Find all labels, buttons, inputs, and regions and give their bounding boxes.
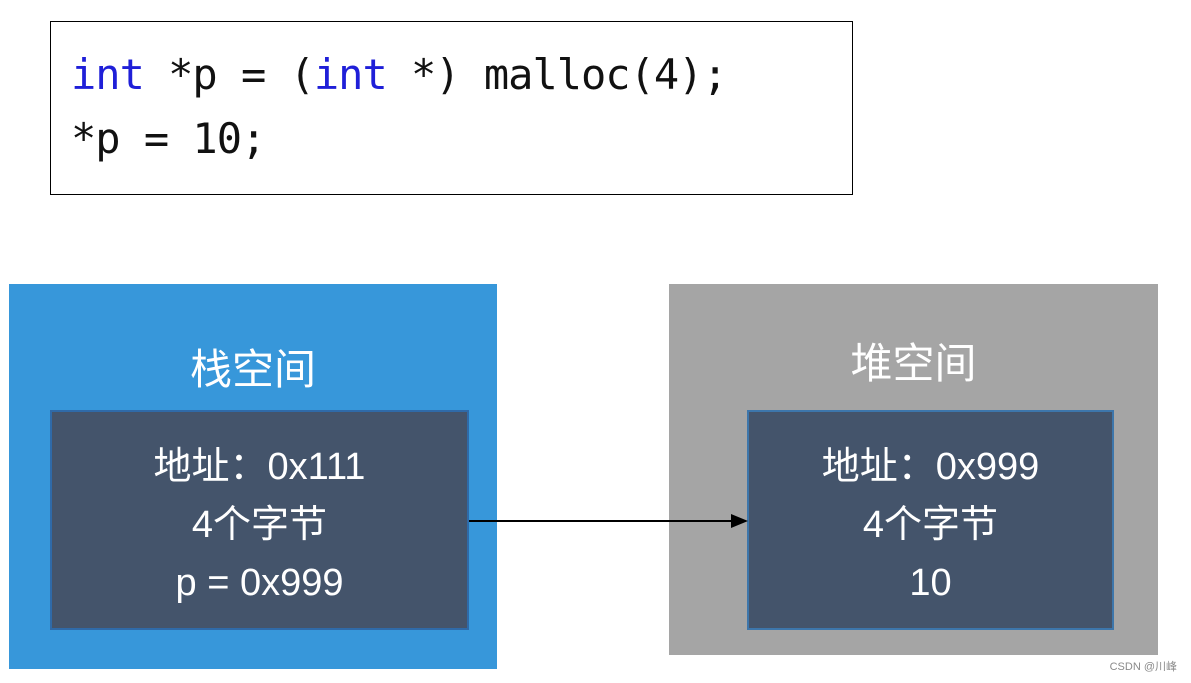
heap-cell-value: 10 — [909, 562, 952, 604]
code-text: *) malloc(4); — [386, 50, 728, 99]
pointer-arrow — [469, 514, 748, 528]
stack-space-region: 栈空间 地址：0x111 4个字节 p = 0x999 — [9, 284, 497, 669]
stack-memory-cell: 地址：0x111 4个字节 p = 0x999 — [50, 410, 469, 630]
code-text: *p = ( — [143, 50, 315, 99]
code-snippet-box: int *p = (int *) malloc(4); *p = 10; — [50, 21, 853, 195]
stack-cell-size: 4个字节 — [191, 504, 328, 546]
heap-cell-address: 地址：0x999 — [821, 446, 1040, 488]
arrow-head-icon — [731, 514, 748, 528]
watermark: CSDN @川峰 — [1109, 661, 1177, 673]
code-keyword: int — [313, 50, 388, 99]
stack-cell-value: p = 0x999 — [175, 562, 344, 604]
code-keyword: int — [71, 50, 145, 99]
heap-cell-size: 4个字节 — [862, 504, 999, 546]
heap-memory-cell: 地址：0x999 4个字节 10 — [747, 410, 1114, 630]
code-line-2: *p = 10; — [71, 114, 266, 163]
stack-cell-address: 地址：0x111 — [153, 446, 366, 488]
heap-space-title: 堆空间 — [850, 339, 977, 388]
code-line-1: int *p = (int *) malloc(4); — [71, 50, 728, 99]
heap-space-region: 堆空间 地址：0x999 4个字节 10 — [669, 284, 1158, 655]
stack-space-title: 栈空间 — [189, 345, 316, 394]
